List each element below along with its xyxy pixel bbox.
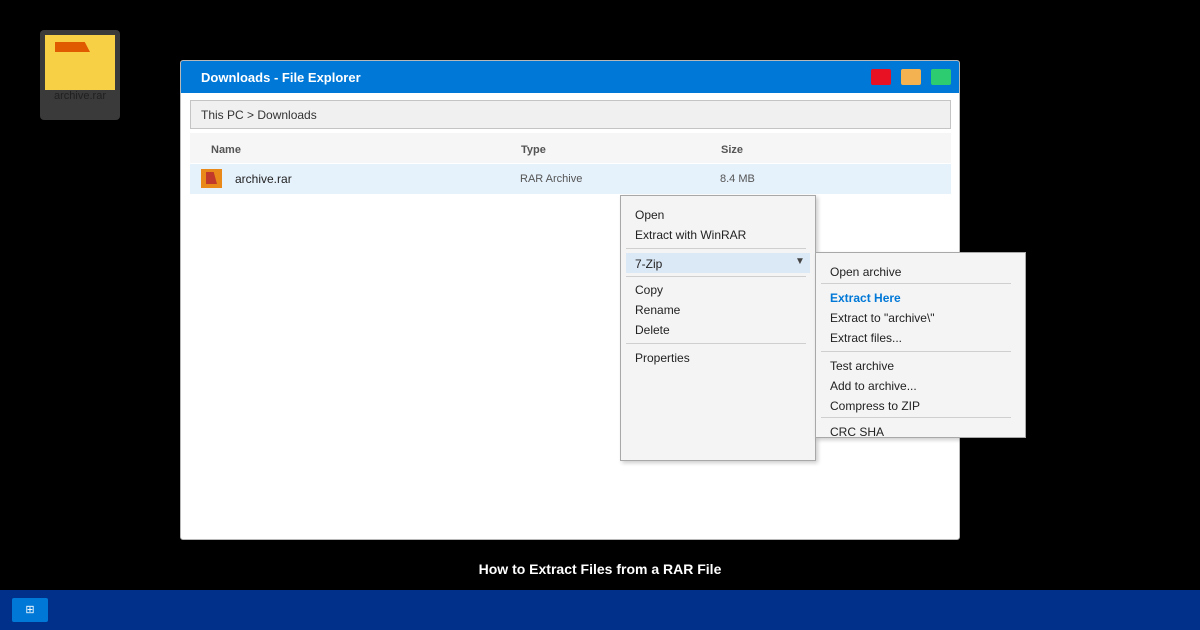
breadcrumb: This PC > Downloads (201, 108, 317, 122)
close-button[interactable] (871, 69, 891, 85)
title-bar[interactable]: Downloads - File Explorer (181, 61, 959, 93)
file-type: RAR Archive (520, 173, 583, 185)
7zip-submenu: Open archive Extract Here Extract to "ar… (815, 252, 1026, 438)
menu-separator (626, 248, 806, 249)
menu-item-7zip[interactable]: 7-Zip (635, 257, 662, 271)
column-header-type[interactable]: Type (521, 144, 546, 156)
column-header-row (190, 133, 951, 163)
minimize-button[interactable] (901, 69, 921, 85)
desktop-icon-label: archive.rar (54, 90, 106, 102)
column-header-name[interactable]: Name (211, 144, 241, 156)
column-header-size[interactable]: Size (721, 144, 743, 156)
rar-file-icon (201, 169, 222, 188)
context-menu: Open Extract with WinRAR 7-Zip ▼ Copy Re… (620, 195, 816, 461)
submenu-item-extract-to[interactable]: Extract to "archive\" (830, 311, 935, 325)
menu-item-rename[interactable]: Rename (635, 303, 680, 317)
submenu-arrow-icon: ▼ (795, 256, 805, 267)
maximize-button[interactable] (931, 69, 951, 85)
window-title: Downloads - File Explorer (201, 70, 361, 85)
submenu-item-compress-zip[interactable]: Compress to ZIP (830, 399, 920, 413)
menu-item-delete[interactable]: Delete (635, 323, 670, 337)
start-button[interactable]: ⊞ (12, 598, 48, 622)
submenu-separator (821, 417, 1011, 418)
file-size: 8.4 MB (720, 173, 755, 185)
desktop-archive-icon[interactable]: archive.rar (40, 30, 120, 120)
submenu-item-crc-sha[interactable]: CRC SHA (830, 425, 884, 437)
submenu-item-extract-here[interactable]: Extract Here (830, 291, 901, 305)
submenu-item-open-archive[interactable]: Open archive (830, 265, 901, 279)
taskbar: ⊞ (0, 590, 1200, 630)
submenu-item-extract-files[interactable]: Extract files... (830, 331, 902, 345)
submenu-item-test-archive[interactable]: Test archive (830, 359, 894, 373)
submenu-separator (821, 351, 1011, 352)
folder-tab-icon (55, 42, 90, 52)
menu-item-copy[interactable]: Copy (635, 283, 663, 297)
file-row[interactable]: archive.rar RAR Archive 8.4 MB (190, 164, 951, 194)
menu-item-open[interactable]: Open (635, 208, 664, 222)
submenu-item-add-to-archive[interactable]: Add to archive... (830, 379, 917, 393)
file-name: archive.rar (235, 172, 292, 186)
menu-separator (626, 343, 806, 344)
menu-separator (626, 276, 806, 277)
menu-item-extract-winrar[interactable]: Extract with WinRAR (635, 228, 746, 242)
menu-item-properties[interactable]: Properties (635, 351, 690, 365)
page-caption: How to Extract Files from a RAR File (478, 561, 722, 577)
address-bar[interactable]: This PC > Downloads (190, 100, 951, 129)
submenu-separator (821, 283, 1011, 284)
